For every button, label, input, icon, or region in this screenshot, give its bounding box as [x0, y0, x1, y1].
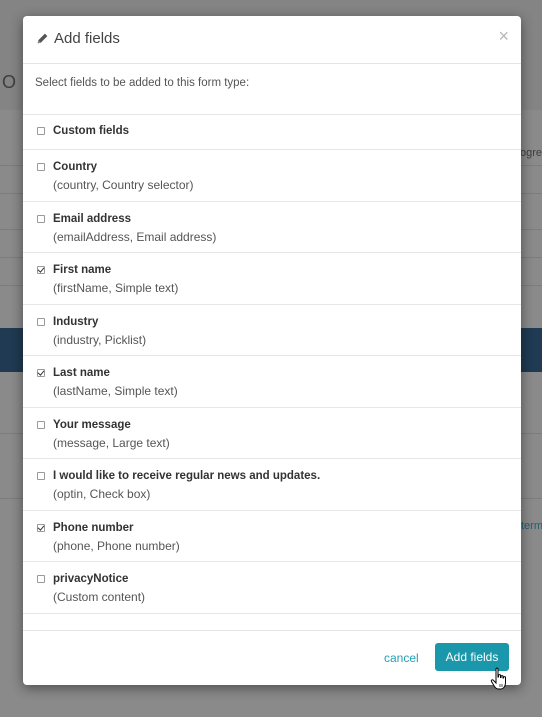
field-description: (Custom content) — [53, 590, 146, 604]
field-checkbox[interactable] — [37, 266, 45, 274]
background-progress-text: ogres — [520, 147, 542, 159]
field-row[interactable]: Your message (message, Large text) — [23, 408, 521, 459]
field-checkbox[interactable] — [37, 472, 45, 480]
field-checkbox[interactable] — [37, 163, 45, 171]
pencil-icon — [37, 33, 48, 44]
cancel-button[interactable]: cancel — [384, 651, 419, 665]
field-checkbox[interactable] — [37, 127, 45, 135]
field-row[interactable]: Phone number (phone, Phone number) — [23, 511, 521, 562]
background-link: term — [521, 520, 542, 532]
field-row[interactable]: I would like to receive regular news and… — [23, 459, 521, 511]
field-name: Country — [53, 161, 98, 173]
field-description: (message, Large text) — [53, 435, 170, 450]
close-icon[interactable]: × — [498, 27, 509, 45]
field-row[interactable]: privacyNotice (Custom content) — [23, 562, 521, 614]
dialog-header: Add fields × — [23, 16, 521, 64]
field-row[interactable]: Country (country, Country selector) — [23, 150, 521, 202]
dialog-footer: cancel Add fields — [23, 630, 521, 685]
field-name: Last name — [53, 367, 110, 379]
field-name: Industry — [53, 315, 99, 328]
field-row[interactable]: First name (firstName, Simple text) — [23, 253, 521, 305]
field-name: I would like to receive regular news and… — [53, 470, 321, 482]
field-description: (optin, Check box) — [53, 487, 151, 501]
field-description: (industry, Picklist) — [53, 332, 147, 347]
add-fields-dialog: Add fields × Select fields to be added t… — [23, 16, 521, 685]
field-name: Your message — [53, 418, 131, 431]
field-checkbox[interactable] — [37, 523, 45, 532]
field-checkbox[interactable] — [37, 420, 45, 429]
fields-list: Custom fields Country (country, Country se… — [23, 114, 521, 614]
field-checkbox[interactable] — [37, 317, 45, 326]
field-row[interactable]: Email address (emailAddress, Email addres… — [23, 202, 521, 253]
dialog-title: Add fields — [36, 30, 120, 47]
field-description: (firstName, Simple text) — [53, 281, 179, 295]
field-checkbox[interactable] — [37, 214, 45, 223]
field-description: (lastName, Simple text) — [53, 384, 178, 398]
field-row[interactable]: Last name (lastName, Simple text) — [23, 356, 521, 408]
field-name: First name — [53, 264, 112, 276]
field-checkbox[interactable] — [37, 369, 45, 377]
field-name: privacyNotice — [53, 573, 129, 585]
field-row[interactable]: Custom fields — [23, 115, 521, 150]
hand-pointer-icon — [490, 667, 506, 690]
dialog-title-text: Add fields — [54, 30, 120, 47]
field-name: Phone number — [53, 521, 134, 534]
field-checkbox[interactable] — [37, 575, 45, 583]
background-letter: O — [2, 72, 17, 92]
field-description: (phone, Phone number) — [53, 538, 180, 553]
field-name: Email address — [53, 212, 131, 225]
field-row[interactable]: Industry (industry, Picklist) — [23, 305, 521, 356]
dialog-intro-text: Select fields to be added to this form t… — [35, 77, 250, 89]
field-description: (emailAddress, Email address) — [53, 229, 217, 244]
field-name: Custom fields — [53, 125, 130, 137]
field-description: (country, Country selector) — [53, 178, 194, 192]
